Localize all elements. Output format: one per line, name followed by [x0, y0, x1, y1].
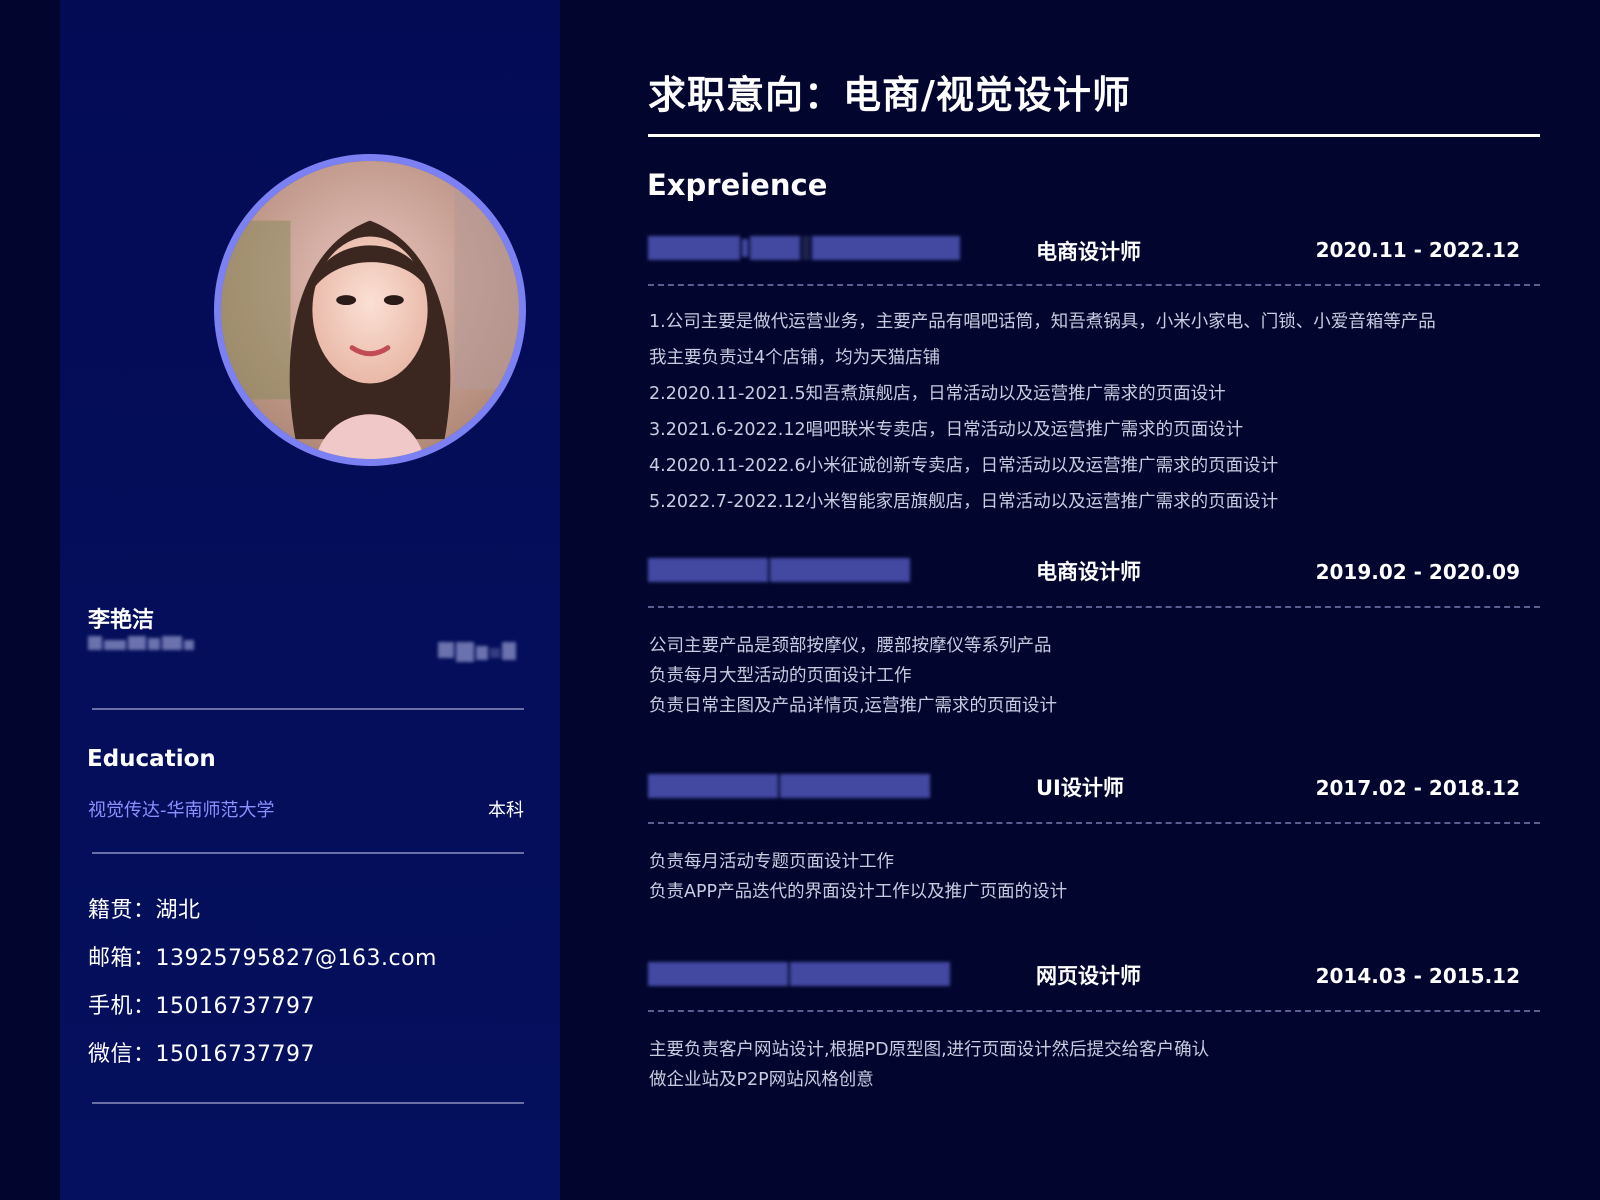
divider — [92, 852, 524, 854]
job-objective-title: 求职意向：电商/视觉设计师 — [648, 73, 1131, 117]
contact-phone: 手机：15016737797 — [88, 988, 315, 1020]
dashed-divider — [648, 822, 1540, 824]
description-line: 公司主要产品是颈部按摩仪，腰部按摩仪等系列产品 — [649, 636, 1052, 656]
job-entry: 电商设计师 2020.11 - 2022.12 1.公司主要是做代运营业务，主要… — [648, 232, 1540, 512]
job-header: 电商设计师 2020.11 - 2022.12 — [648, 232, 1540, 266]
job-entry: 网页设计师 2014.03 - 2015.12 主要负责客户网站设计,根据PD原… — [648, 958, 1540, 1090]
description-line: 负责每月大型活动的页面设计工作 — [649, 666, 912, 686]
resume-page: 李艳洁 Education 视觉传达-华南师范大学 本科 籍贯：湖北 邮箱：13… — [0, 0, 1600, 1200]
description-line: 负责日常主图及产品详情页,运营推广需求的页面设计 — [649, 696, 1058, 716]
description-line: 4.2020.11-2022.6小米征诚创新专卖店，日常活动以及运营推广需求的页… — [649, 456, 1279, 476]
job-role: 电商设计师 — [1036, 560, 1141, 584]
redacted-text — [438, 642, 516, 662]
redacted-company — [648, 236, 960, 260]
contact-value: 13925795827@163.com — [155, 946, 437, 971]
dashed-divider — [648, 606, 1540, 608]
contact-label: 籍贯： — [88, 898, 156, 923]
redacted-company — [648, 558, 910, 582]
dashed-divider — [648, 284, 1540, 286]
main-content: 求职意向：电商/视觉设计师 Expreience 电商设计师 2020.11 -… — [647, 0, 1540, 1200]
job-description: 公司主要产品是颈部按摩仪，腰部按摩仪等系列产品 负责每月大型活动的页面设计工作 … — [649, 632, 1057, 722]
description-line: 我主要负责过4个店铺，均为天猫店铺 — [649, 348, 941, 368]
job-date: 2017.02 - 2018.12 — [1315, 776, 1520, 800]
contact-label: 手机： — [88, 994, 156, 1019]
job-role: UI设计师 — [1036, 776, 1124, 800]
divider — [92, 1102, 524, 1104]
title-rule — [648, 134, 1540, 137]
job-entry: UI设计师 2017.02 - 2018.12 负责每月活动专题页面设计工作 负… — [648, 770, 1540, 902]
contact-label: 邮箱： — [88, 946, 156, 971]
education-degree: 本科 — [488, 800, 524, 821]
experience-heading: Expreience — [647, 168, 828, 202]
profile-sidebar: 李艳洁 Education 视觉传达-华南师范大学 本科 籍贯：湖北 邮箱：13… — [60, 0, 560, 1200]
portrait-image — [221, 161, 519, 459]
job-date: 2020.11 - 2022.12 — [1315, 238, 1520, 262]
contact-value: 15016737797 — [155, 1042, 315, 1067]
description-line: 主要负责客户网站设计,根据PD原型图,进行页面设计然后提交给客户确认 — [649, 1040, 1210, 1060]
description-line: 负责APP产品迭代的界面设计工作以及推广页面的设计 — [649, 882, 1068, 902]
job-role: 网页设计师 — [1036, 964, 1141, 988]
contact-wechat: 微信：15016737797 — [88, 1036, 315, 1068]
redacted-text — [88, 636, 194, 650]
contact-value: 15016737797 — [155, 994, 315, 1019]
redacted-company — [648, 962, 950, 986]
redacted-company — [648, 774, 930, 798]
job-entry: 电商设计师 2019.02 - 2020.09 公司主要产品是颈部按摩仪，腰部按… — [648, 554, 1540, 716]
job-date: 2019.02 - 2020.09 — [1315, 560, 1520, 584]
education-school: 视觉传达-华南师范大学 — [88, 800, 275, 821]
contact-value: 湖北 — [155, 898, 201, 923]
description-line: 5.2022.7-2022.12小米智能家居旗舰店，日常活动以及运营推广需求的页… — [649, 492, 1279, 512]
candidate-name: 李艳洁 — [88, 608, 155, 633]
description-line: 1.公司主要是做代运营业务，主要产品有唱吧话筒，知吾煮锅具，小米小家电、门锁、小… — [649, 312, 1436, 332]
job-header: UI设计师 2017.02 - 2018.12 — [648, 770, 1540, 804]
description-line: 负责每月活动专题页面设计工作 — [649, 852, 894, 872]
contact-label: 微信： — [88, 1042, 156, 1067]
description-line: 3.2021.6-2022.12唱吧联米专卖店，日常活动以及运营推广需求的页面设… — [649, 420, 1244, 440]
description-line: 做企业站及P2P网站风格创意 — [649, 1070, 874, 1090]
divider — [92, 708, 524, 710]
contact-hometown: 籍贯：湖北 — [88, 892, 201, 924]
description-line: 2.2020.11-2021.5知吾煮旗舰店，日常活动以及运营推广需求的页面设计 — [649, 384, 1226, 404]
profile-photo — [214, 154, 526, 466]
education-heading: Education — [87, 746, 216, 772]
job-header: 电商设计师 2019.02 - 2020.09 — [648, 554, 1540, 588]
contact-email: 邮箱：13925795827@163.com — [88, 940, 437, 972]
job-description: 负责每月活动专题页面设计工作 负责APP产品迭代的界面设计工作以及推广页面的设计 — [649, 848, 1067, 908]
job-role: 电商设计师 — [1036, 240, 1141, 264]
job-description: 1.公司主要是做代运营业务，主要产品有唱吧话筒，知吾煮锅具，小米小家电、门锁、小… — [649, 308, 1436, 524]
dashed-divider — [648, 1010, 1540, 1012]
job-header: 网页设计师 2014.03 - 2015.12 — [648, 958, 1540, 992]
job-description: 主要负责客户网站设计,根据PD原型图,进行页面设计然后提交给客户确认 做企业站及… — [649, 1036, 1209, 1096]
job-date: 2014.03 - 2015.12 — [1315, 964, 1520, 988]
